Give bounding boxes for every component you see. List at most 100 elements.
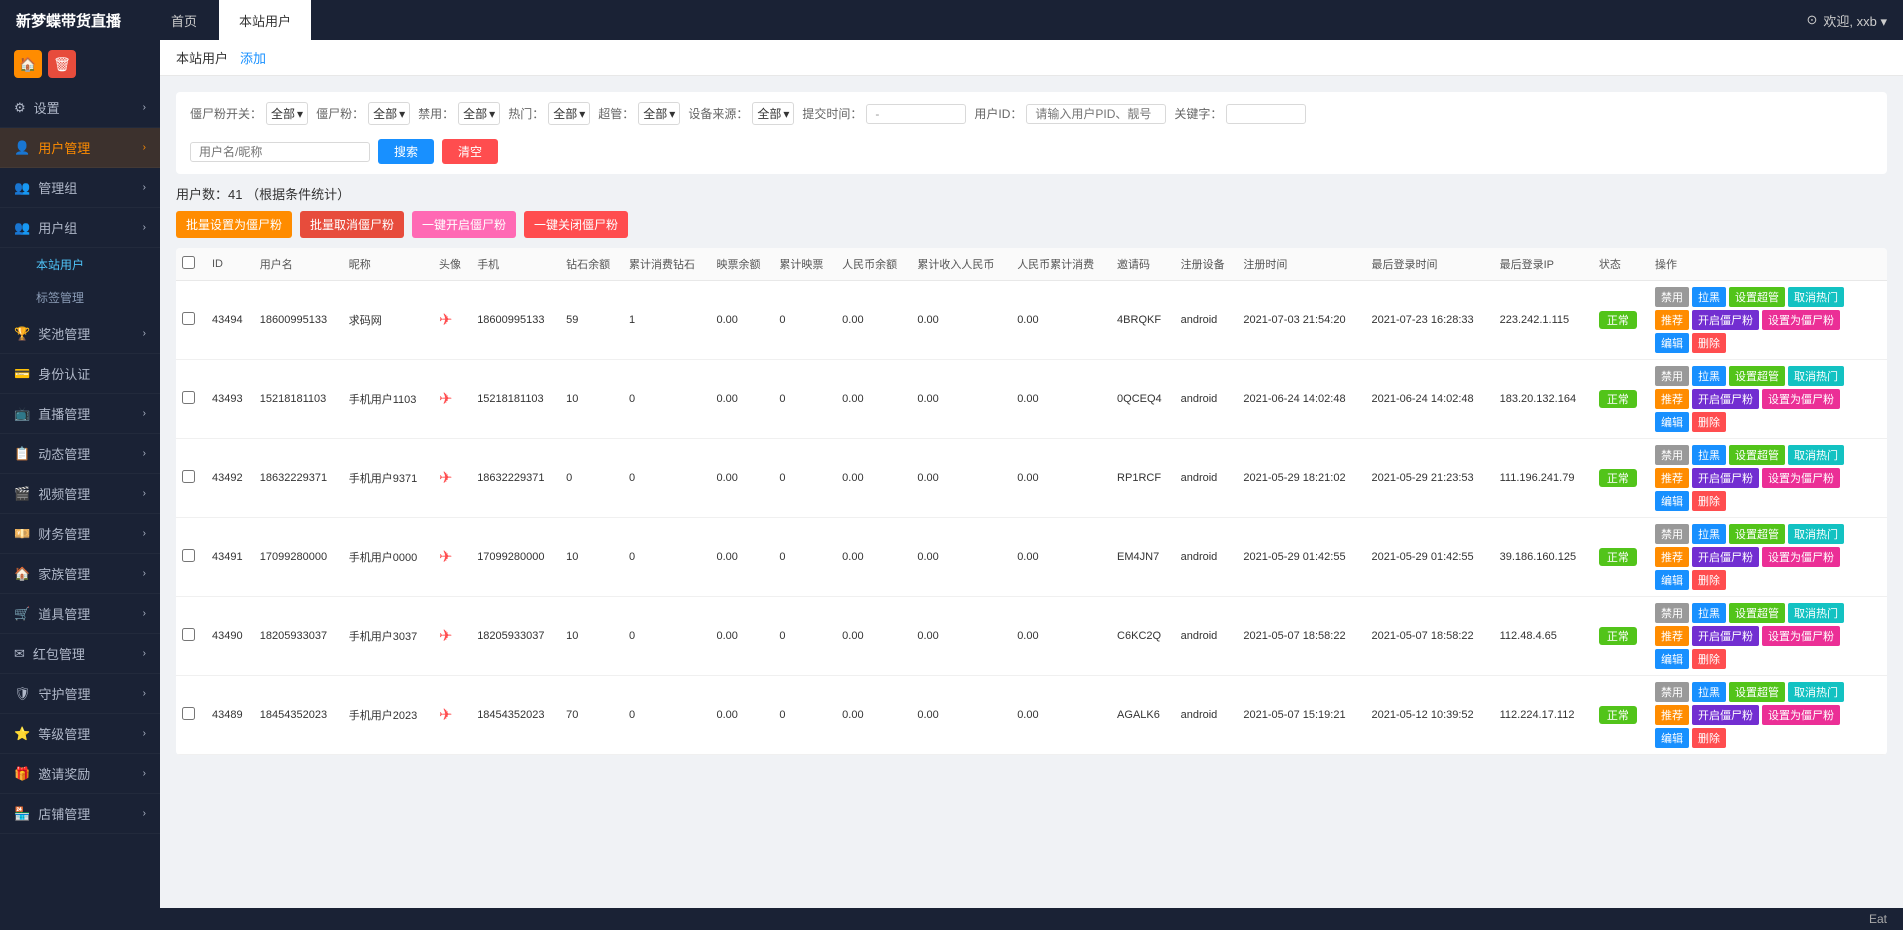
action-编辑-btn[interactable]: 编辑 [1655, 491, 1689, 511]
action-设置为僵尸粉-btn[interactable]: 设置为僵尸粉 [1762, 626, 1840, 646]
action-开启僵尸粉-btn[interactable]: 开启僵尸粉 [1692, 547, 1759, 567]
action-推荐-btn[interactable]: 推荐 [1655, 626, 1689, 646]
action-拉黑-btn[interactable]: 拉黑 [1692, 445, 1726, 465]
sidebar-item-invite[interactable]: 🎁 邀请奖励 › [0, 754, 160, 794]
action-推荐-btn[interactable]: 推荐 [1655, 310, 1689, 330]
action-禁用-btn[interactable]: 禁用 [1655, 366, 1689, 386]
clear-button[interactable]: 清空 [442, 139, 498, 164]
action-设置为僵尸粉-btn[interactable]: 设置为僵尸粉 [1762, 468, 1840, 488]
sidebar-item-user-group[interactable]: 👥 用户组 › [0, 208, 160, 248]
hot-select[interactable]: 全部 ▾ [548, 102, 590, 125]
keyword-input[interactable] [1226, 104, 1306, 124]
action-取消热门-btn[interactable]: 取消热门 [1788, 287, 1844, 307]
delete-button[interactable]: 🗑 [48, 50, 76, 78]
submit-date-input[interactable]: - [866, 104, 966, 124]
sidebar-item-identity[interactable]: 💳 身份认证 [0, 354, 160, 394]
action-拉黑-btn[interactable]: 拉黑 [1692, 287, 1726, 307]
page-tab-add[interactable]: 添加 [240, 48, 266, 67]
action-编辑-btn[interactable]: 编辑 [1655, 649, 1689, 669]
sidebar-item-redpack[interactable]: ✉ 红包管理 › [0, 634, 160, 674]
sidebar-sub-item-tag-mgmt[interactable]: 标签管理 [0, 281, 160, 314]
sidebar-item-video[interactable]: 🎬 视频管理 › [0, 474, 160, 514]
row-checkbox[interactable] [182, 628, 195, 641]
page-tab-site-users[interactable]: 本站用户 [176, 48, 228, 67]
sidebar-sub-item-site-users[interactable]: 本站用户 [0, 248, 160, 281]
sidebar-item-guardian[interactable]: 🛡 守护管理 › [0, 674, 160, 714]
action-编辑-btn[interactable]: 编辑 [1655, 333, 1689, 353]
ban-select[interactable]: 全部 ▾ [458, 102, 500, 125]
sidebar-item-prize-pool[interactable]: 🏆 奖池管理 › [0, 314, 160, 354]
fan-select[interactable]: 全部 ▾ [368, 102, 410, 125]
action-设置为僵尸粉-btn[interactable]: 设置为僵尸粉 [1762, 389, 1840, 409]
action-禁用-btn[interactable]: 禁用 [1655, 603, 1689, 623]
bulk-enable-zombie-btn[interactable]: 一键开启僵尸粉 [412, 211, 516, 238]
select-all-checkbox[interactable] [182, 256, 195, 269]
action-开启僵尸粉-btn[interactable]: 开启僵尸粉 [1692, 310, 1759, 330]
username-input[interactable] [190, 142, 370, 162]
sidebar-item-user-management[interactable]: 👤 用户管理 › [0, 128, 160, 168]
action-取消热门-btn[interactable]: 取消热门 [1788, 603, 1844, 623]
row-checkbox[interactable] [182, 312, 195, 325]
action-删除-btn[interactable]: 删除 [1692, 570, 1726, 590]
action-开启僵尸粉-btn[interactable]: 开启僵尸粉 [1692, 626, 1759, 646]
action-设置为僵尸粉-btn[interactable]: 设置为僵尸粉 [1762, 705, 1840, 725]
action-设置为僵尸粉-btn[interactable]: 设置为僵尸粉 [1762, 547, 1840, 567]
action-编辑-btn[interactable]: 编辑 [1655, 412, 1689, 432]
action-开启僵尸粉-btn[interactable]: 开启僵尸粉 [1692, 705, 1759, 725]
action-禁用-btn[interactable]: 禁用 [1655, 287, 1689, 307]
action-取消热门-btn[interactable]: 取消热门 [1788, 445, 1844, 465]
action-删除-btn[interactable]: 删除 [1692, 649, 1726, 669]
sidebar-item-finance[interactable]: 💴 财务管理 › [0, 514, 160, 554]
action-编辑-btn[interactable]: 编辑 [1655, 570, 1689, 590]
sidebar-item-live[interactable]: 📺 直播管理 › [0, 394, 160, 434]
action-推荐-btn[interactable]: 推荐 [1655, 547, 1689, 567]
action-禁用-btn[interactable]: 禁用 [1655, 524, 1689, 544]
search-button[interactable]: 搜索 [378, 139, 434, 164]
action-删除-btn[interactable]: 删除 [1692, 333, 1726, 353]
super-select[interactable]: 全部 ▾ [638, 102, 680, 125]
action-编辑-btn[interactable]: 编辑 [1655, 728, 1689, 748]
fan-switch-select[interactable]: 全部 ▾ [266, 102, 308, 125]
action-推荐-btn[interactable]: 推荐 [1655, 389, 1689, 409]
nav-tab-users[interactable]: 本站用户 [219, 0, 311, 40]
sidebar-item-level[interactable]: ⭐ 等级管理 › [0, 714, 160, 754]
action-取消热门-btn[interactable]: 取消热门 [1788, 524, 1844, 544]
action-禁用-btn[interactable]: 禁用 [1655, 445, 1689, 465]
action-拉黑-btn[interactable]: 拉黑 [1692, 603, 1726, 623]
action-设置超管-btn[interactable]: 设置超管 [1729, 603, 1785, 623]
action-推荐-btn[interactable]: 推荐 [1655, 705, 1689, 725]
bulk-disable-zombie-btn[interactable]: 一键关闭僵尸粉 [524, 211, 628, 238]
sidebar-item-settings[interactable]: ⚙ 设置 › [0, 88, 160, 128]
nav-tab-home[interactable]: 首页 [151, 0, 217, 40]
action-删除-btn[interactable]: 删除 [1692, 728, 1726, 748]
action-设置超管-btn[interactable]: 设置超管 [1729, 287, 1785, 307]
bulk-cancel-zombie-btn[interactable]: 批量取消僵尸粉 [300, 211, 404, 238]
sidebar-item-admin-group[interactable]: 👥 管理组 › [0, 168, 160, 208]
action-拉黑-btn[interactable]: 拉黑 [1692, 682, 1726, 702]
action-删除-btn[interactable]: 删除 [1692, 491, 1726, 511]
row-checkbox[interactable] [182, 391, 195, 404]
action-取消热门-btn[interactable]: 取消热门 [1788, 682, 1844, 702]
row-checkbox[interactable] [182, 707, 195, 720]
bulk-set-zombie-btn[interactable]: 批量设置为僵尸粉 [176, 211, 292, 238]
action-设置超管-btn[interactable]: 设置超管 [1729, 366, 1785, 386]
action-拉黑-btn[interactable]: 拉黑 [1692, 524, 1726, 544]
action-推荐-btn[interactable]: 推荐 [1655, 468, 1689, 488]
action-设置超管-btn[interactable]: 设置超管 [1729, 445, 1785, 465]
row-checkbox[interactable] [182, 549, 195, 562]
action-设置超管-btn[interactable]: 设置超管 [1729, 524, 1785, 544]
action-设置超管-btn[interactable]: 设置超管 [1729, 682, 1785, 702]
action-禁用-btn[interactable]: 禁用 [1655, 682, 1689, 702]
action-设置为僵尸粉-btn[interactable]: 设置为僵尸粉 [1762, 310, 1840, 330]
action-拉黑-btn[interactable]: 拉黑 [1692, 366, 1726, 386]
sidebar-item-family[interactable]: 🏠 家族管理 › [0, 554, 160, 594]
action-删除-btn[interactable]: 删除 [1692, 412, 1726, 432]
device-select[interactable]: 全部 ▾ [752, 102, 794, 125]
action-开启僵尸粉-btn[interactable]: 开启僵尸粉 [1692, 389, 1759, 409]
sidebar-item-store[interactable]: 🏪 店铺管理 › [0, 794, 160, 834]
uid-input[interactable] [1026, 104, 1166, 124]
home-button[interactable]: 🏠 [14, 50, 42, 78]
sidebar-item-props[interactable]: 🛒 道具管理 › [0, 594, 160, 634]
sidebar-item-dynamic[interactable]: 📋 动态管理 › [0, 434, 160, 474]
row-checkbox[interactable] [182, 470, 195, 483]
